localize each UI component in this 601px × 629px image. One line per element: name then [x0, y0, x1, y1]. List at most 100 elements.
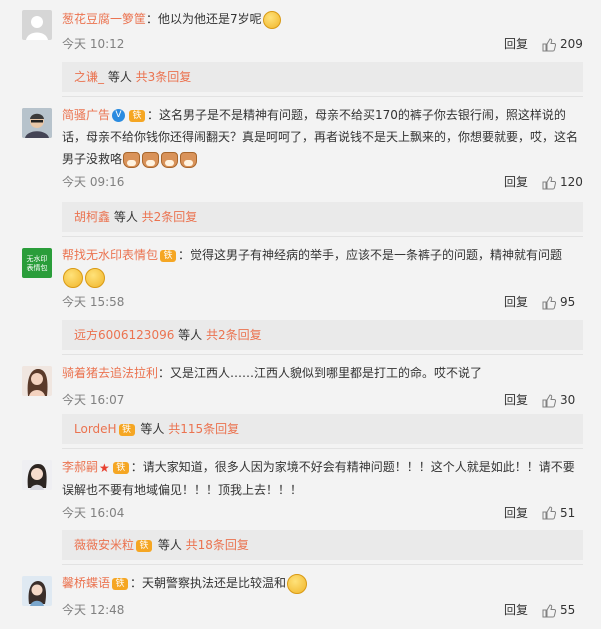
like-button[interactable]: 51 [542, 503, 575, 523]
comment-text: ：这名男子是不是精神有问题，母亲不给买170的裤子你去银行闹，照这样说的 [147, 108, 566, 122]
like-button[interactable]: 209 [542, 34, 583, 54]
reply-username[interactable]: 薇薇安米粒 [74, 538, 134, 552]
reply-count-link[interactable]: 共2条回复 [206, 328, 262, 342]
comment-body: 李郝嗣★ 铁：请大家知道，很多人因为家境不好会有精神问题！！！这个人就是如此！！请… [62, 456, 583, 479]
sub-reply-summary[interactable]: 远方6006123096 等人 共2条回复 [62, 320, 583, 350]
star-badge-icon: ★ [99, 460, 110, 475]
thumbs-up-icon [542, 37, 557, 51]
thumbs-up-icon [542, 175, 557, 189]
reply-count-link[interactable]: 共18条回复 [186, 538, 249, 552]
comment-emoji-row [62, 266, 583, 290]
sub-reply-summary[interactable]: 薇薇安米粒铁 等人 共18条回复 [62, 530, 583, 560]
comment-username[interactable]: 骑着猪去追法拉利 [62, 366, 158, 380]
smirk-emoji-icon [63, 267, 83, 288]
like-button[interactable]: 120 [542, 172, 583, 192]
like-count: 51 [560, 505, 576, 520]
like-count: 95 [560, 295, 576, 309]
reply-button[interactable]: 回复 [504, 292, 528, 312]
like-button[interactable]: 95 [542, 292, 575, 312]
fan-badge-icon: 铁 [112, 461, 129, 474]
comment-time: 今天 15:58 [62, 295, 125, 309]
comment-body: 骑着猪去追法拉利：又是江西人……江西人貌似到哪里都是打工的命。哎不说了 [62, 362, 583, 384]
comment-time: 今天 10:12 [62, 37, 125, 51]
comment-text: 话，母亲不给你钱你还得闹翻天？真是呵呵了，再者说钱不是天上飘来的，你想要就要，哎… [62, 130, 579, 144]
comment-meta: 今天 09:16 回复 120 [62, 172, 583, 192]
fan-badge-icon: 铁 [160, 249, 177, 262]
divider [62, 448, 583, 449]
comment-body: 帮找无水印表情包铁：觉得这男子有神经病的举手，应该不是一条裤子的问题，精神就有问… [62, 244, 583, 266]
comment-item: 李郝嗣★ 铁：请大家知道，很多人因为家境不好会有精神问题！！！这个人就是如此！！请… [0, 456, 601, 523]
comment-meta: 今天 16:04 回复 51 [62, 503, 583, 523]
comment-meta: 今天 15:58 回复 95 [62, 292, 583, 312]
doge-emoji-icon [123, 151, 141, 168]
thumbs-up-icon [542, 295, 557, 309]
comment-body: 简骚广告 V 铁：这名男子是不是精神有问题，母亲不给买170的裤子你去银行闹，照这样… [62, 104, 583, 126]
sub-reply-summary[interactable]: 胡柯鑫 等人 共2条回复 [62, 202, 583, 232]
comment-meta: 今天 12:48 回复 55 [62, 600, 583, 620]
comment-username[interactable]: 简骚广告 [62, 108, 110, 122]
reply-count-link[interactable]: 共3条回复 [136, 70, 192, 84]
reply-button[interactable]: 回复 [504, 172, 528, 192]
doge-emoji-icon [142, 151, 160, 168]
comment-meta: 今天 16:07 回复 30 [62, 390, 583, 410]
verified-icon: V [112, 109, 126, 122]
comment-text: 男子没救咯 [62, 152, 123, 166]
reply-username[interactable]: 胡柯鑫 [74, 210, 110, 224]
smirk-emoji-icon [85, 267, 105, 288]
sub-reply-summary[interactable]: LordeH 铁 等人 共115条回复 [62, 414, 583, 444]
comment-time: 今天 16:04 [62, 505, 125, 520]
divider [62, 354, 583, 355]
thumbs-up-icon [542, 393, 557, 407]
comment-username[interactable]: 帮找无水印表情包 [62, 248, 158, 262]
fan-badge-icon: 铁 [136, 539, 153, 552]
comment-body: 男子没救咯 [62, 148, 583, 170]
fan-badge-icon: 铁 [118, 423, 135, 436]
laughing-emoji-icon [287, 573, 308, 594]
like-button[interactable]: 55 [542, 600, 575, 620]
comment-text: ：天朝警察执法还是比较温和 [130, 576, 287, 590]
comment-body: 葱花豆腐一箩筐：他以为他还是7岁呢 [62, 8, 583, 30]
divider [62, 236, 583, 237]
like-button[interactable]: 30 [542, 390, 575, 410]
like-count: 30 [560, 393, 576, 407]
comment-item: 葱花豆腐一箩筐：他以为他还是7岁呢 今天 10:12 回复 209 [0, 8, 601, 54]
reply-count-link[interactable]: 共115条回复 [168, 422, 239, 436]
divider [62, 96, 583, 97]
comment-item: 简骚广告 V 铁：这名男子是不是精神有问题，母亲不给买170的裤子你去银行闹，照这样… [0, 104, 601, 192]
reply-username[interactable]: 远方6006123096 [74, 328, 174, 342]
reply-button[interactable]: 回复 [504, 503, 528, 523]
comment-username[interactable]: 馨桥蝶语 [62, 576, 110, 590]
like-count: 55 [560, 603, 576, 617]
comment-text: ：他以为他还是7岁呢 [146, 12, 262, 26]
comment-text: 误解也不要有地域偏见！！！顶我上去！！！ [62, 482, 303, 497]
comment-text: ：请大家知道，很多人因为家境不好会有精神问题！！！这个人就是如此！！请不要 [130, 460, 575, 474]
doge-emoji-icon [180, 151, 198, 168]
fan-badge-icon: 铁 [129, 109, 146, 122]
comment-username[interactable]: 葱花豆腐一箩筐 [62, 12, 146, 26]
reply-username[interactable]: 之谦_ [74, 70, 104, 84]
comment-item: 馨桥蝶语铁：天朝警察执法还是比较温和 今天 12:48 回复 55 [0, 572, 601, 620]
comment-text: ：觉得这男子有神经病的举手，应该不是一条裤子的问题，精神就有问题 [178, 248, 563, 262]
reply-count-link[interactable]: 共2条回复 [142, 210, 198, 224]
reply-button[interactable]: 回复 [504, 390, 528, 410]
fan-badge-icon: 铁 [112, 577, 129, 590]
divider [62, 564, 583, 565]
comment-time: 今天 12:48 [62, 603, 125, 617]
reply-button[interactable]: 回复 [504, 600, 528, 620]
comment-item: 无水印 表情包 帮找无水印表情包铁：觉得这男子有神经病的举手，应该不是一条裤子的… [0, 244, 601, 312]
comment-time: 今天 09:16 [62, 175, 125, 189]
doge-emoji-icon [161, 151, 179, 168]
tired-face-emoji-icon [262, 10, 281, 29]
comment-time: 今天 16:07 [62, 393, 125, 407]
thumbs-up-icon [542, 603, 557, 617]
comment-username[interactable]: 李郝嗣 [62, 460, 98, 474]
like-count: 120 [560, 175, 583, 189]
comment-meta: 今天 10:12 回复 209 [62, 34, 583, 54]
sub-reply-summary[interactable]: 之谦_ 等人 共3条回复 [62, 62, 583, 92]
comment-body: 馨桥蝶语铁：天朝警察执法还是比较温和 [62, 572, 583, 594]
reply-username[interactable]: LordeH [74, 422, 117, 436]
comment-text: ：又是江西人……江西人貌似到哪里都是打工的命。哎不说了 [158, 366, 483, 380]
like-count: 209 [560, 37, 583, 51]
comment-item: 骑着猪去追法拉利：又是江西人……江西人貌似到哪里都是打工的命。哎不说了 今天 1… [0, 362, 601, 410]
reply-button[interactable]: 回复 [504, 34, 528, 54]
